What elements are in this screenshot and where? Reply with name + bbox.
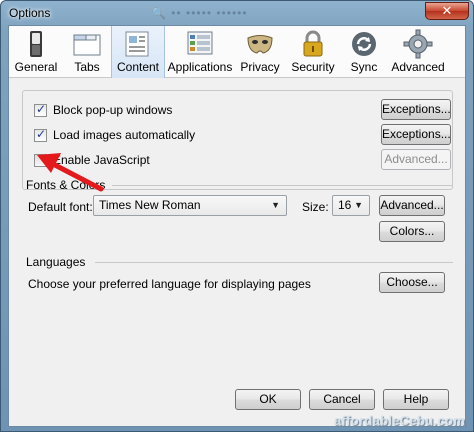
annotation-arrow-icon (37, 153, 104, 192)
options-window: Options 🔍 •• ••••• •••••• ✕ General Tabs… (0, 0, 474, 432)
watermark: affordableCebu.com (334, 413, 466, 428)
